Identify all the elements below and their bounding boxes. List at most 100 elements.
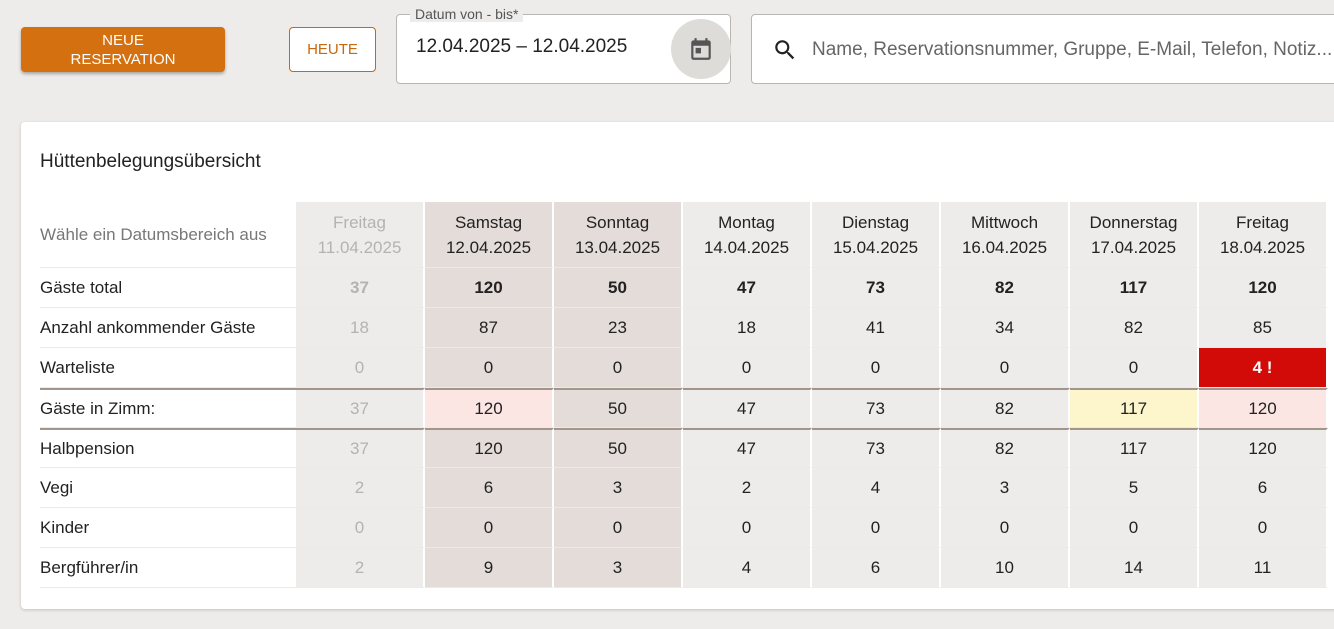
table-cell: 3 xyxy=(554,468,683,508)
table-cell: 37 xyxy=(296,428,425,468)
table-cell: 10 xyxy=(941,548,1070,588)
day-header[interactable]: Mittwoch 16.04.2025 xyxy=(941,202,1070,268)
table-cell: 2 xyxy=(296,468,425,508)
waitlist-warning-cell[interactable]: 4 ! xyxy=(1199,348,1328,388)
day-date: 17.04.2025 xyxy=(1090,237,1177,257)
table-cell: 47 xyxy=(683,388,812,428)
today-button[interactable]: HEUTE xyxy=(289,27,376,72)
table-cell: 6 xyxy=(812,548,941,588)
table-cell: 82 xyxy=(941,388,1070,428)
table-cell: 18 xyxy=(296,308,425,348)
date-range-label: Datum von - bis* xyxy=(410,6,524,22)
table-cell: 0 xyxy=(425,508,554,548)
table-cell: 50 xyxy=(554,388,683,428)
table-cell: 47 xyxy=(683,428,812,468)
day-date: 15.04.2025 xyxy=(832,237,919,257)
table-cell: 4 xyxy=(683,548,812,588)
table-cell: 0 xyxy=(554,348,683,388)
table-row: Gäste total 37 120 50 47 73 82 117 120 xyxy=(40,268,1328,308)
table-cell: 73 xyxy=(812,268,941,308)
day-weekday: Freitag xyxy=(333,212,386,232)
table-cell: 82 xyxy=(1070,308,1199,348)
table-cell: 9 xyxy=(425,548,554,588)
table-row: Vegi 2 6 3 2 4 3 5 6 xyxy=(40,468,1328,508)
day-date: 11.04.2025 xyxy=(317,237,402,257)
day-weekday: Dienstag xyxy=(841,212,910,232)
row-label: Vegi xyxy=(40,468,296,508)
day-header[interactable]: Montag 14.04.2025 xyxy=(683,202,812,268)
table-cell: 87 xyxy=(425,308,554,348)
row-label: Kinder xyxy=(40,508,296,548)
row-label: Gäste total xyxy=(40,268,296,308)
table-row: Warteliste 0 0 0 0 0 0 0 4 ! xyxy=(40,348,1328,388)
day-header[interactable]: Freitag 11.04.2025 xyxy=(296,202,425,268)
table-cell: 0 xyxy=(683,508,812,548)
day-date: 12.04.2025 xyxy=(445,237,532,257)
day-header[interactable]: Freitag 18.04.2025 xyxy=(1199,202,1328,268)
table-cell: 2 xyxy=(296,548,425,588)
day-weekday: Mittwoch xyxy=(970,212,1039,232)
date-range-field[interactable]: Datum von - bis* 12.04.2025 – 12.04.2025 xyxy=(396,6,731,84)
table-cell: 37 xyxy=(296,388,425,428)
table-cell: 4 xyxy=(812,468,941,508)
row-label: Halbpension xyxy=(40,428,296,468)
table-cell: 0 xyxy=(941,348,1070,388)
table-cell: 85 xyxy=(1199,308,1328,348)
table-cell: 6 xyxy=(425,468,554,508)
row-label: Bergführer/in xyxy=(40,548,296,588)
day-weekday: Sonntag xyxy=(585,212,650,232)
day-header[interactable]: Samstag 12.04.2025 xyxy=(425,202,554,268)
search-input[interactable] xyxy=(812,33,1334,67)
day-date: 16.04.2025 xyxy=(961,237,1048,257)
table-cell: 120 xyxy=(425,388,554,428)
new-reservation-button[interactable]: NEUE RESERVATION xyxy=(21,27,225,72)
table-cell: 120 xyxy=(1199,428,1328,468)
table-cell: 120 xyxy=(1199,388,1328,428)
row-label: Warteliste xyxy=(40,348,296,388)
day-weekday: Freitag xyxy=(1236,212,1289,232)
day-header[interactable]: Sonntag 13.04.2025 xyxy=(554,202,683,268)
table-cell: 82 xyxy=(941,428,1070,468)
table-cell: 120 xyxy=(425,428,554,468)
day-date: 14.04.2025 xyxy=(703,237,790,257)
table-cell: 73 xyxy=(812,388,941,428)
table-cell: 34 xyxy=(941,308,1070,348)
table-cell: 6 xyxy=(1199,468,1328,508)
row-label: Gäste in Zimm: xyxy=(40,388,296,428)
calendar-button[interactable] xyxy=(671,19,731,79)
table-row: Gäste in Zimm: 37 120 50 47 73 82 117 12… xyxy=(40,388,1328,428)
new-reservation-label-line1: NEUE xyxy=(102,31,144,49)
occupancy-overview-card: Hüttenbelegungsübersicht Wähle ein Datum… xyxy=(21,122,1334,609)
day-date: 13.04.2025 xyxy=(574,237,661,257)
table-cell: 120 xyxy=(1199,268,1328,308)
table-cell: 0 xyxy=(1070,348,1199,388)
table-cell: 0 xyxy=(812,348,941,388)
table-row: Bergführer/in 2 9 3 4 6 10 14 11 xyxy=(40,548,1328,588)
table-cell: 117 xyxy=(1070,428,1199,468)
day-header[interactable]: Donnerstag 17.04.2025 xyxy=(1070,202,1199,268)
day-weekday: Donnerstag xyxy=(1089,212,1178,232)
table-cell: 82 xyxy=(941,268,1070,308)
day-weekday: Montag xyxy=(718,212,775,232)
day-header[interactable]: Dienstag 15.04.2025 xyxy=(812,202,941,268)
table-cell: 0 xyxy=(1070,508,1199,548)
table-cell: 0 xyxy=(425,348,554,388)
table-cell: 2 xyxy=(683,468,812,508)
day-weekday: Samstag xyxy=(454,212,523,232)
row-label: Anzahl ankommender Gäste xyxy=(40,308,296,348)
table-cell: 3 xyxy=(554,548,683,588)
table-cell: 18 xyxy=(683,308,812,348)
table-cell: 73 xyxy=(812,428,941,468)
table-cell: 0 xyxy=(1199,508,1328,548)
search-field[interactable] xyxy=(751,14,1334,84)
table-cell: 117 xyxy=(1070,268,1199,308)
table-cell: 0 xyxy=(554,508,683,548)
table-cell: 50 xyxy=(554,268,683,308)
table-row: Anzahl ankommender Gäste 18 87 23 18 41 … xyxy=(40,308,1328,348)
table-cell: 14 xyxy=(1070,548,1199,588)
table-cell: 23 xyxy=(554,308,683,348)
date-range-value[interactable]: 12.04.2025 – 12.04.2025 xyxy=(416,36,627,58)
date-range-hint: Wähle ein Datumsbereich aus xyxy=(40,202,296,268)
table-cell: 11 xyxy=(1199,548,1328,588)
table-cell: 50 xyxy=(554,428,683,468)
